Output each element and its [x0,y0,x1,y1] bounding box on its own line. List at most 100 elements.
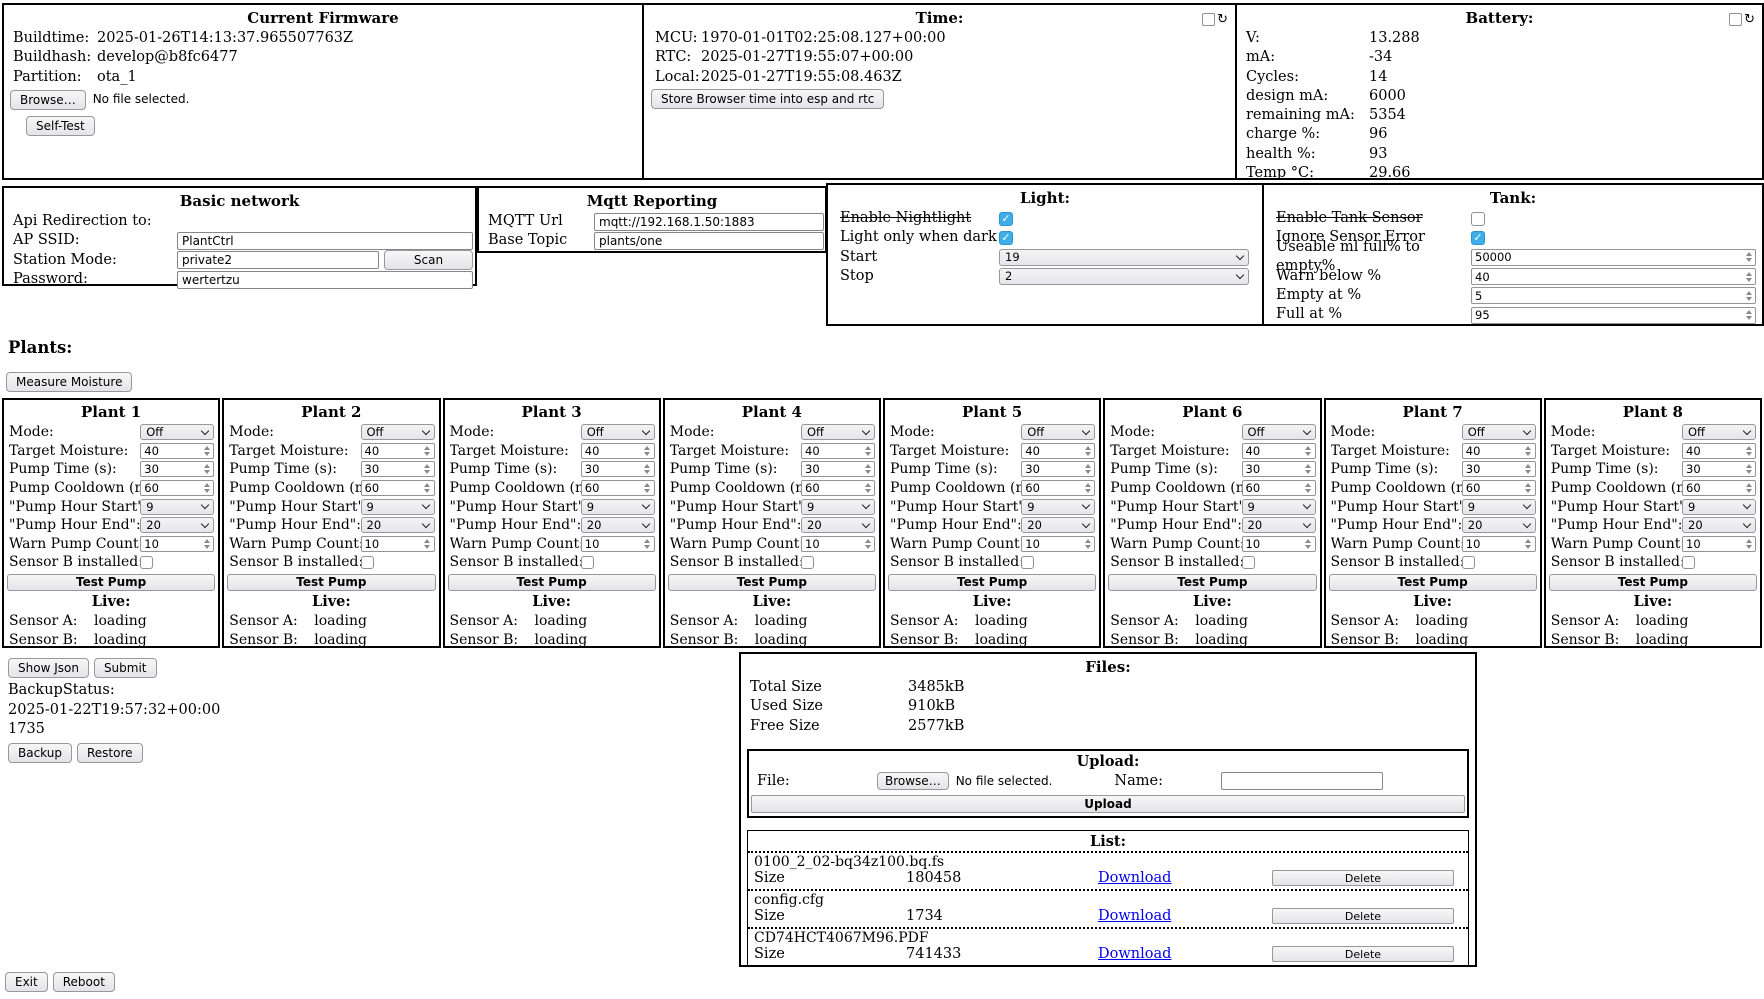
test-pump-button[interactable]: Test Pump [668,574,876,591]
pump-time-input[interactable] [1243,462,1304,476]
restore-button[interactable]: Restore [77,743,143,763]
spinner-icon[interactable] [1744,464,1755,474]
enable-nightlight-checkbox[interactable] [999,212,1013,226]
mode-select[interactable]: Off [1682,424,1756,440]
pump-cooldown-input[interactable] [1243,481,1304,495]
sensor-b-checkbox[interactable] [361,556,374,569]
spinner-icon[interactable] [423,539,434,549]
pump-hour-start-select[interactable]: 9 [140,499,214,515]
spinner-icon[interactable] [1304,483,1315,493]
pump-time-input[interactable] [582,462,643,476]
spinner-icon[interactable] [1744,446,1755,456]
battery-auto-refresh-checkbox[interactable] [1729,13,1742,26]
store-browser-time-button[interactable]: Store Browser time into esp and rtc [651,89,884,109]
spinner-icon[interactable] [423,464,434,474]
sensor-b-checkbox[interactable] [1242,556,1255,569]
pump-cooldown-input[interactable] [362,481,423,495]
download-link[interactable]: Download [1098,870,1171,886]
spinner-icon[interactable] [1304,539,1315,549]
target-moisture-input[interactable] [802,444,863,458]
station-ssid-input[interactable] [177,251,379,269]
spinner-icon[interactable] [863,464,874,474]
spinner-icon[interactable] [1524,446,1535,456]
backup-button[interactable]: Backup [8,743,72,763]
pump-hour-end-select[interactable]: 20 [1462,517,1536,533]
target-moisture-input[interactable] [1463,444,1524,458]
test-pump-button[interactable]: Test Pump [448,574,656,591]
warn-pump-count-input[interactable] [1243,537,1304,551]
pump-hour-end-select[interactable]: 20 [140,517,214,533]
mqtt-url-input[interactable] [594,213,824,231]
base-topic-input[interactable] [594,232,824,250]
pump-time-input[interactable] [1022,462,1083,476]
spinner-icon[interactable] [1524,464,1535,474]
spinner-icon[interactable] [202,539,213,549]
pump-hour-start-select[interactable]: 9 [1462,499,1536,515]
password-input[interactable] [177,271,473,289]
spinner-icon[interactable] [423,483,434,493]
pump-time-input[interactable] [802,462,863,476]
enable-tank-sensor-checkbox[interactable] [1471,212,1485,226]
spinner-icon[interactable] [1744,252,1755,262]
spinner-icon[interactable] [1304,464,1315,474]
pump-cooldown-input[interactable] [582,481,643,495]
target-moisture-input[interactable] [1243,444,1304,458]
spinner-icon[interactable] [1083,483,1094,493]
light-only-dark-checkbox[interactable] [999,231,1013,245]
delete-button[interactable]: Delete [1272,908,1454,924]
measure-moisture-button[interactable]: Measure Moisture [6,372,132,392]
spinner-icon[interactable] [1524,539,1535,549]
mode-select[interactable]: Off [140,424,214,440]
mode-select[interactable]: Off [361,424,435,440]
spinner-icon[interactable] [1083,539,1094,549]
target-moisture-input[interactable] [141,444,202,458]
pump-hour-end-select[interactable]: 20 [1242,517,1316,533]
pump-hour-end-select[interactable]: 20 [361,517,435,533]
target-moisture-input[interactable] [1022,444,1083,458]
spinner-icon[interactable] [863,539,874,549]
sensor-b-checkbox[interactable] [581,556,594,569]
delete-button[interactable]: Delete [1272,946,1454,962]
pump-hour-end-select[interactable]: 20 [581,517,655,533]
mode-select[interactable]: Off [1462,424,1536,440]
warn-pump-count-input[interactable] [582,537,643,551]
test-pump-button[interactable]: Test Pump [1549,574,1757,591]
pump-time-input[interactable] [362,462,423,476]
spinner-icon[interactable] [1744,539,1755,549]
target-moisture-input[interactable] [362,444,423,458]
delete-button[interactable]: Delete [1272,870,1454,886]
pump-hour-start-select[interactable]: 9 [1242,499,1316,515]
scan-button[interactable]: Scan [384,250,473,270]
pump-hour-start-select[interactable]: 9 [801,499,875,515]
mode-select[interactable]: Off [1242,424,1316,440]
pump-hour-start-select[interactable]: 9 [1021,499,1095,515]
pump-cooldown-input[interactable] [802,481,863,495]
pump-cooldown-input[interactable] [1022,481,1083,495]
pump-hour-start-select[interactable]: 9 [1682,499,1756,515]
spinner-icon[interactable] [863,483,874,493]
sensor-b-checkbox[interactable] [1021,556,1034,569]
firmware-browse-button[interactable]: Browse… [10,90,86,110]
spinner-icon[interactable] [202,446,213,456]
refresh-icon[interactable]: ↻ [1744,13,1755,26]
spinner-icon[interactable] [1524,483,1535,493]
pump-hour-start-select[interactable]: 9 [361,499,435,515]
pump-time-input[interactable] [141,462,202,476]
test-pump-button[interactable]: Test Pump [227,574,435,591]
target-moisture-input[interactable] [582,444,643,458]
spinner-icon[interactable] [423,446,434,456]
reboot-button[interactable]: Reboot [53,972,115,992]
pump-hour-start-select[interactable]: 9 [581,499,655,515]
pump-cooldown-input[interactable] [1463,481,1524,495]
warn-below-input[interactable] [1472,270,1744,284]
useable-ml-input[interactable] [1472,250,1744,264]
light-start-select[interactable]: 19 [999,249,1249,266]
mode-select[interactable]: Off [581,424,655,440]
spinner-icon[interactable] [1744,291,1755,301]
upload-name-input[interactable] [1221,772,1383,790]
spinner-icon[interactable] [863,446,874,456]
exit-button[interactable]: Exit [5,972,48,992]
spinner-icon[interactable] [202,483,213,493]
full-at-input[interactable] [1472,308,1744,322]
spinner-icon[interactable] [1744,272,1755,282]
